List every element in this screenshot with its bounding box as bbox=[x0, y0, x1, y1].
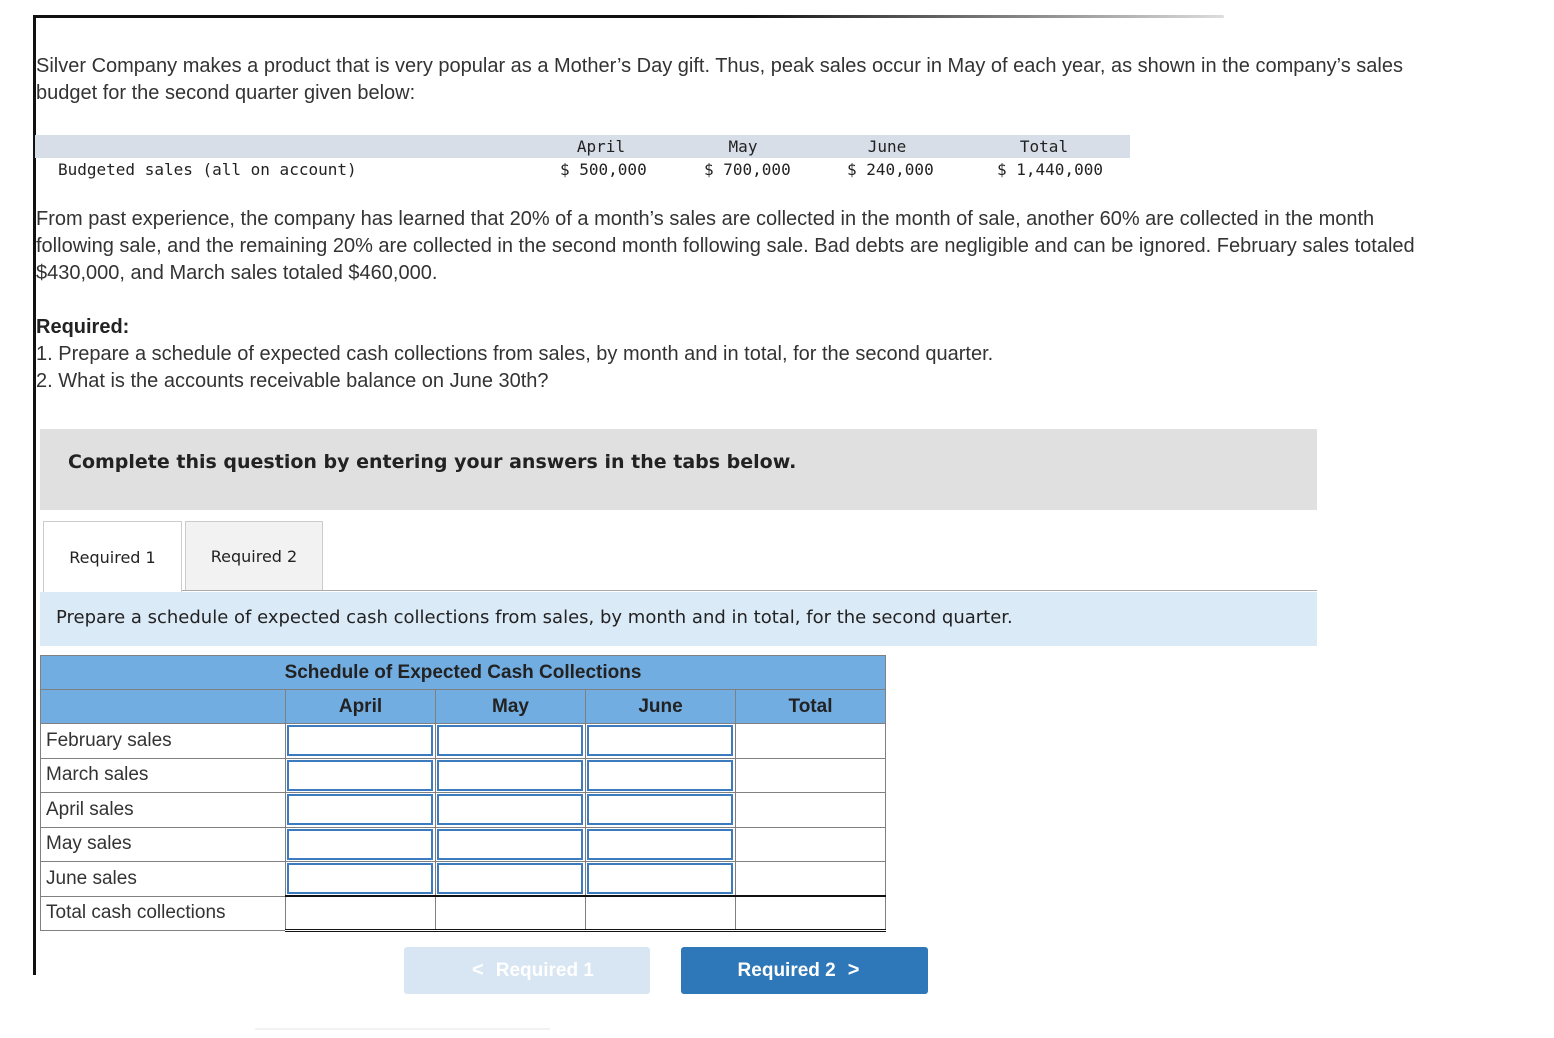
input-cell bbox=[285, 723, 436, 759]
total-row: Total cash collections bbox=[40, 895, 886, 932]
february-may-input[interactable] bbox=[437, 725, 583, 756]
required-section: Required: 1. Prepare a schedule of expec… bbox=[36, 314, 1336, 395]
schedule-header-may: May bbox=[435, 689, 586, 724]
table-row: February sales bbox=[40, 723, 886, 759]
table-row: April sales bbox=[40, 792, 886, 828]
frame-top-border bbox=[34, 15, 1224, 18]
budget-row: Budgeted sales (all on account) $ 500,00… bbox=[35, 158, 1130, 184]
schedule-header-total: Total bbox=[735, 689, 886, 724]
april-total-cell bbox=[735, 792, 886, 828]
input-cell bbox=[435, 792, 586, 828]
next-required-2-button[interactable]: Required 2 > bbox=[681, 947, 928, 994]
row-label: February sales bbox=[40, 723, 286, 759]
problem-intro: Silver Company makes a product that is v… bbox=[36, 55, 1403, 104]
table-row: May sales bbox=[40, 826, 886, 862]
budget-value-total: $ 1,440,000 bbox=[997, 160, 1103, 179]
required-heading: Required: bbox=[36, 316, 130, 338]
input-cell bbox=[585, 723, 736, 759]
budget-header-total: Total bbox=[1019, 137, 1069, 156]
schedule-title: Schedule of Expected Cash Collections bbox=[40, 655, 886, 690]
march-total-cell bbox=[735, 757, 886, 793]
cash-collections-schedule: Schedule of Expected Cash Collections Ap… bbox=[40, 655, 886, 932]
input-cell bbox=[285, 792, 436, 828]
tab-divider bbox=[182, 590, 1317, 591]
june-total-cell bbox=[735, 861, 886, 897]
tab-prompt: Prepare a schedule of expected cash coll… bbox=[40, 592, 1317, 646]
budget-value-may: $ 700,000 bbox=[704, 160, 791, 179]
tab-required-2[interactable]: Required 2 bbox=[185, 521, 323, 591]
budget-header-row: April May June Total bbox=[35, 135, 1130, 158]
row-label: March sales bbox=[40, 757, 286, 793]
march-june-input[interactable] bbox=[587, 759, 733, 791]
budget-header-may: May bbox=[728, 137, 758, 156]
april-april-input[interactable] bbox=[287, 794, 433, 825]
next-button-label: Required 2 bbox=[737, 959, 836, 981]
table-row: March sales bbox=[40, 757, 886, 793]
february-total-cell bbox=[735, 723, 886, 759]
input-cell bbox=[435, 723, 586, 759]
prev-required-1-button[interactable]: < Required 1 bbox=[404, 947, 650, 994]
input-cell bbox=[435, 757, 586, 793]
instructions-banner: Complete this question by entering your … bbox=[40, 429, 1317, 510]
chevron-left-icon: < bbox=[472, 959, 484, 981]
total-total-cell bbox=[735, 895, 886, 932]
may-june-input[interactable] bbox=[587, 828, 733, 860]
total-may-cell bbox=[435, 895, 586, 932]
collection-text: From past experience, the company has le… bbox=[36, 208, 1415, 284]
april-may-input[interactable] bbox=[437, 794, 583, 825]
input-cell bbox=[285, 757, 436, 793]
tab-required-1[interactable]: Required 1 bbox=[43, 521, 182, 593]
required-item-1: 1. Prepare a schedule of expected cash c… bbox=[36, 343, 994, 365]
march-april-input[interactable] bbox=[287, 759, 433, 791]
june-may-input[interactable] bbox=[437, 863, 583, 894]
may-total-cell bbox=[735, 826, 886, 862]
input-cell bbox=[585, 861, 736, 897]
input-cell bbox=[285, 861, 436, 897]
budget-table: April May June Total Budgeted sales (all… bbox=[35, 135, 1130, 184]
required-item-2: 2. What is the accounts receivable balan… bbox=[36, 370, 549, 392]
february-april-input[interactable] bbox=[287, 725, 433, 756]
input-cell bbox=[585, 826, 736, 862]
budget-value-april: $ 500,000 bbox=[560, 160, 647, 179]
input-cell bbox=[435, 826, 586, 862]
may-april-input[interactable] bbox=[287, 828, 433, 860]
february-june-input[interactable] bbox=[587, 725, 733, 756]
budget-header-june: June bbox=[867, 137, 907, 156]
schedule-header-june: June bbox=[585, 689, 736, 724]
schedule-column-headers: April May June Total bbox=[40, 689, 886, 724]
schedule-title-row: Schedule of Expected Cash Collections bbox=[40, 655, 886, 690]
total-april-cell bbox=[285, 895, 436, 932]
table-row: June sales bbox=[40, 861, 886, 897]
row-label: May sales bbox=[40, 826, 286, 862]
row-label: Total cash collections bbox=[40, 895, 286, 931]
tab-prompt-text: Prepare a schedule of expected cash coll… bbox=[56, 607, 1013, 628]
input-cell bbox=[585, 757, 736, 793]
march-may-input[interactable] bbox=[437, 759, 583, 791]
schedule-header-april: April bbox=[285, 689, 436, 724]
input-cell bbox=[435, 861, 586, 897]
divider bbox=[255, 1028, 550, 1030]
june-april-input[interactable] bbox=[287, 863, 433, 894]
row-label: April sales bbox=[40, 792, 286, 828]
budget-row-label: Budgeted sales (all on account) bbox=[58, 160, 357, 179]
budget-value-june: $ 240,000 bbox=[847, 160, 934, 179]
prev-button-label: Required 1 bbox=[495, 959, 594, 981]
row-label: June sales bbox=[40, 861, 286, 897]
input-cell bbox=[285, 826, 436, 862]
total-june-cell bbox=[585, 895, 736, 932]
instructions-text: Complete this question by entering your … bbox=[68, 451, 797, 473]
may-may-input[interactable] bbox=[437, 828, 583, 860]
chevron-right-icon: > bbox=[847, 959, 860, 981]
april-june-input[interactable] bbox=[587, 794, 733, 825]
input-cell bbox=[585, 792, 736, 828]
budget-header-april: April bbox=[576, 137, 626, 156]
june-june-input[interactable] bbox=[587, 863, 733, 894]
schedule-header-blank bbox=[40, 689, 286, 724]
